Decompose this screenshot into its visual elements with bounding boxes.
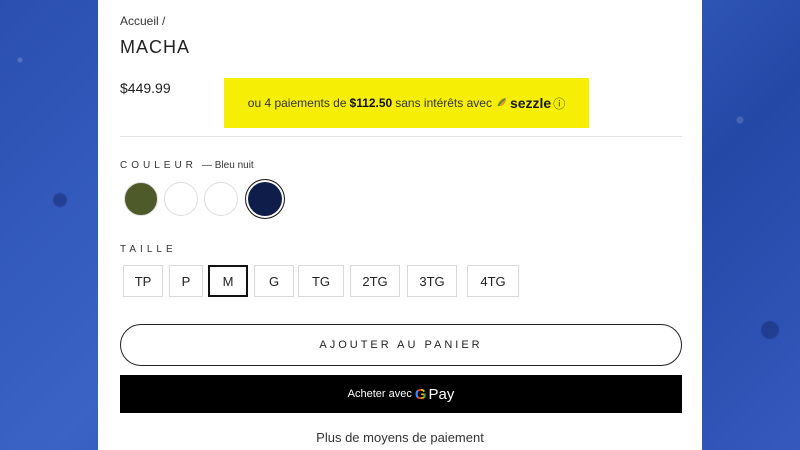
color-label: COULEUR	[120, 160, 197, 171]
add-to-cart-button[interactable]: AJOUTER AU PANIER	[120, 324, 682, 366]
divider	[120, 136, 682, 137]
google-pay-button[interactable]: Acheter avec G Pay	[120, 375, 682, 413]
product-title: MACHA	[120, 37, 191, 57]
sezzle-prefix: ou 4 paiements de	[247, 96, 347, 110]
google-g-icon: G	[414, 385, 427, 403]
gpay-pay-label: Pay	[428, 385, 455, 403]
size-option-g[interactable]: G	[254, 265, 294, 297]
size-option-m[interactable]: M	[208, 265, 248, 297]
more-payment-link[interactable]: Plus de moyens de paiement	[98, 430, 702, 445]
product-price: $449.99	[120, 80, 171, 96]
sezzle-logo: sezzle	[496, 95, 551, 111]
color-swatch-white-2[interactable]	[204, 182, 238, 216]
info-icon[interactable]: ⓘ	[553, 95, 565, 112]
size-option-4tg[interactable]: 4TG	[467, 265, 519, 297]
sezzle-amount: $112.50	[349, 96, 393, 110]
color-selected-value: — Bleu nuit	[202, 160, 254, 171]
color-swatch-white-1[interactable]	[164, 182, 198, 216]
size-option-tg[interactable]: TG	[298, 265, 344, 297]
product-panel: Accueil / MACHA $449.99 ou 4 paiements d…	[98, 0, 702, 450]
color-swatch-olive[interactable]	[124, 182, 158, 216]
gpay-prefix: Acheter avec	[347, 388, 412, 400]
size-option-2tg[interactable]: 2TG	[350, 265, 400, 297]
color-swatch-navy[interactable]	[248, 182, 282, 216]
size-option-p[interactable]: P	[169, 265, 203, 297]
size-option-3tg[interactable]: 3TG	[407, 265, 457, 297]
sezzle-leaf-icon	[497, 98, 506, 107]
size-label: TAILLE	[120, 244, 177, 255]
sezzle-banner[interactable]: ou 4 paiements de $112.50 sans intérêts …	[224, 78, 589, 128]
sezzle-suffix: sans intérêts avec	[395, 96, 492, 110]
breadcrumb[interactable]: Accueil /	[120, 14, 165, 28]
sezzle-brand: sezzle	[509, 95, 552, 111]
size-option-tp[interactable]: TP	[123, 265, 163, 297]
